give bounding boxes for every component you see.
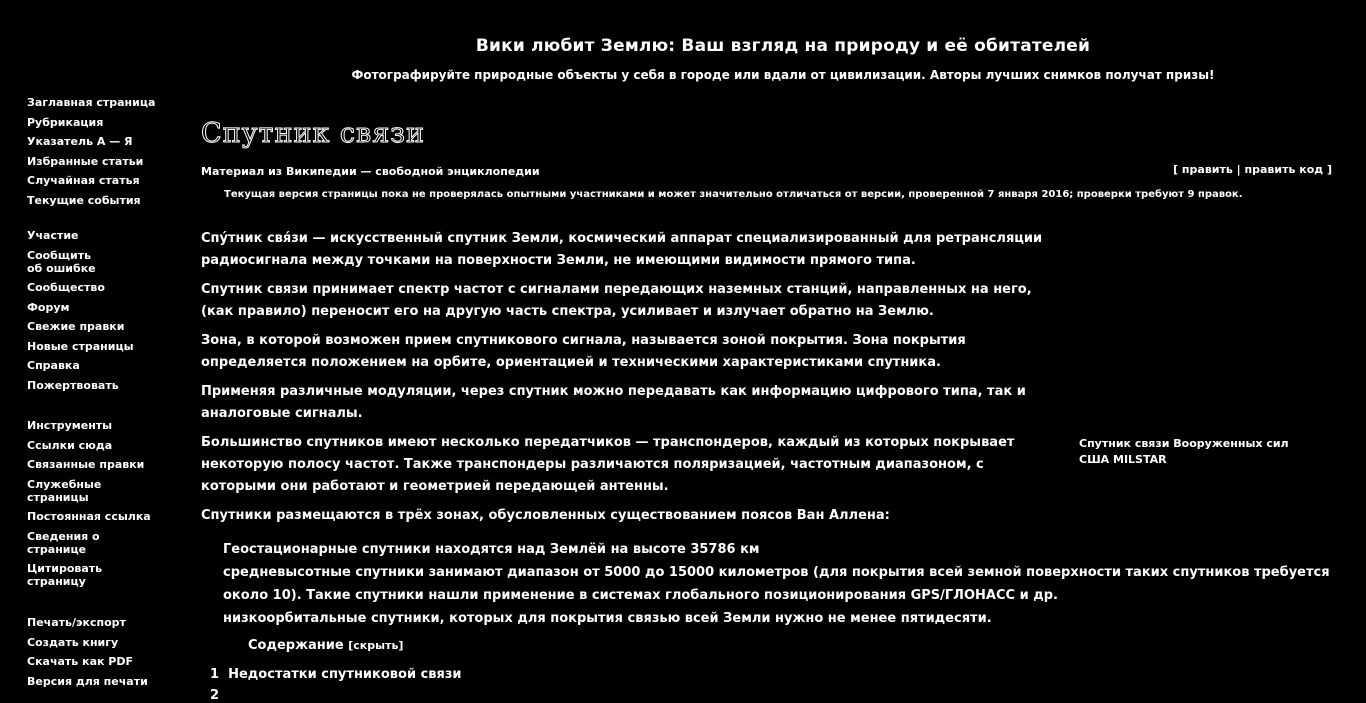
sidebar-print: Печать/экспорт Создать книгу Скачать как… xyxy=(27,616,148,694)
sidebar-item-create-book[interactable]: Создать книгу xyxy=(27,636,148,649)
toc-title: Содержание xyxy=(248,638,344,653)
orbit-zone-list: Геостационарные спутники находятся над З… xyxy=(223,538,1343,630)
flagged-revision-notice: Текущая версия страницы пока не проверял… xyxy=(224,189,1243,200)
banner-title[interactable]: Вики любит Землю: Ваш взгляд на природу … xyxy=(200,36,1366,56)
paragraph: Спутники размещаются в трёх зонах, обусл… xyxy=(201,508,890,523)
page-title: Спутник связи xyxy=(200,118,426,150)
sidebar-item-categories[interactable]: Рубрикация xyxy=(27,116,155,129)
toc-item-label[interactable]: Недостатки спутниковой связи xyxy=(228,667,461,682)
list-item: Геостационарные спутники находятся над З… xyxy=(223,542,760,557)
sidebar-item-main-page[interactable]: Заглавная страница xyxy=(27,96,155,109)
sidebar-item-new-pages[interactable]: Новые страницы xyxy=(27,340,134,353)
lead-text: — искусственный спутник Земли, космическ… xyxy=(201,231,1043,268)
sidebar-item-index[interactable]: Указатель А — Я xyxy=(27,135,155,148)
paragraph: Применяя различные модуляции, через спут… xyxy=(201,384,1026,421)
lead-term: Спу́тник свя́зи xyxy=(201,231,308,246)
sidebar-item-related-changes[interactable]: Связанные правки xyxy=(27,458,151,471)
toc-item-number: 2 xyxy=(210,688,220,703)
sidebar-heading-tools[interactable]: Инструменты xyxy=(27,419,151,432)
banner-subtitle[interactable]: Фотографируйте природные объекты у себя … xyxy=(200,68,1366,82)
sidebar-item-download-pdf[interactable]: Скачать как PDF xyxy=(27,655,148,668)
sidebar-heading-print[interactable]: Печать/экспорт xyxy=(27,616,148,629)
sidebar-item-printable[interactable]: Версия для печати xyxy=(27,675,148,688)
toc-item-number: 1 xyxy=(210,667,220,682)
sidebar-item-current-events[interactable]: Текущие события xyxy=(27,194,155,207)
sidebar-item-donate[interactable]: Пожертвовать xyxy=(27,379,134,392)
sidebar-tools: Инструменты Ссылки сюда Связанные правки… xyxy=(27,419,151,595)
sidebar-item-forum[interactable]: Форум xyxy=(27,301,134,314)
sidebar-item-special-pages[interactable]: Служебные страницы xyxy=(27,478,107,504)
article-body: Спу́тник свя́зи — искусственный спутник … xyxy=(201,228,1061,534)
sidebar-item-community[interactable]: Сообщество xyxy=(27,281,134,294)
list-item: средневысотные спутники занимают диапазо… xyxy=(223,565,1330,603)
paragraph: Спу́тник свя́зи — искусственный спутник … xyxy=(201,228,1061,272)
sidebar-item-random[interactable]: Случайная статья xyxy=(27,174,155,187)
sidebar-item-page-info[interactable]: Сведения о странице xyxy=(27,530,107,556)
toc-item[interactable]: 2 xyxy=(210,688,224,703)
toc-toggle[interactable]: [скрыть] xyxy=(348,639,403,652)
sidebar-item-recent-changes[interactable]: Свежие правки xyxy=(27,320,134,333)
list-item: низкоорбитальные спутники, которых для п… xyxy=(223,611,992,626)
sidebar-item-cite[interactable]: Цитировать страницу xyxy=(27,562,107,588)
paragraph: Зона, в которой возможен прием спутников… xyxy=(201,333,966,370)
sidebar-item-report-error[interactable]: Сообщить об ошибке xyxy=(27,249,99,275)
sidebar-item-permanent-link[interactable]: Постоянная ссылка xyxy=(27,510,151,523)
sidebar-participation: Участие Сообщить об ошибке Сообщество Фо… xyxy=(27,229,134,398)
toc-item[interactable]: 1 Недостатки спутниковой связи xyxy=(210,667,462,682)
paragraph: Спутник связи принимает спектр частот с … xyxy=(201,282,1032,319)
site-tagline: Материал из Википедии — свободной энцикл… xyxy=(201,165,540,178)
edit-link[interactable]: [ править | править код ] xyxy=(1173,163,1332,176)
paragraph: Большинство спутников имеют несколько пе… xyxy=(201,435,1015,494)
sidebar-heading-participation[interactable]: Участие xyxy=(27,229,134,242)
sidebar-item-help[interactable]: Справка xyxy=(27,359,134,372)
sidebar-item-featured[interactable]: Избранные статьи xyxy=(27,155,155,168)
thumbnail-caption: Спутник связи Вооруженных сил США MILSTA… xyxy=(1079,437,1289,466)
sidebar-item-what-links-here[interactable]: Ссылки сюда xyxy=(27,439,151,452)
sidebar-nav: Заглавная страница Рубрикация Указатель … xyxy=(27,96,155,213)
edit-links[interactable]: [ править | править код ] xyxy=(1173,163,1332,176)
toc-header: Содержание [скрыть] xyxy=(248,638,403,653)
